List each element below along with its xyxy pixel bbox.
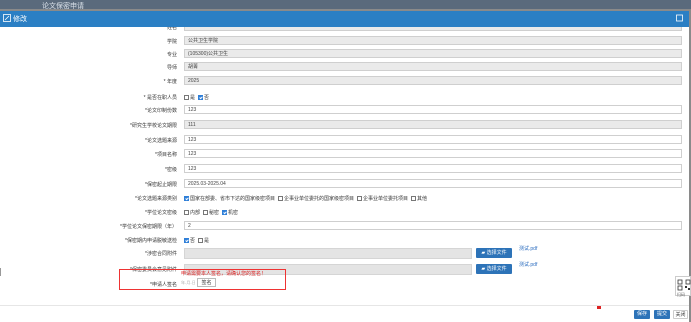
form-row-advisor: 导师 胡菁 [0,61,689,73]
form-row-topic-source: *论文选题来源 123 [0,134,689,146]
submit-button[interactable]: 提交 [654,310,670,319]
school-secret-options: 内部 秘密 机密 [184,209,241,216]
modal-header: 修改 [0,11,689,27]
school-secret-option-label: 内部 [190,210,201,216]
form-row-onjob: * 是否在职人员是否 [0,91,689,103]
modal-footer: 保存 提交 关闭 [0,305,689,322]
field-label: *密级 [165,167,177,173]
form-row-college: 学院 公共卫生学院 [0,35,689,47]
window-title: 论文保密申请 [42,3,84,10]
field-label: 学院 [166,39,177,45]
onjob-option-label: 是 [190,95,196,101]
choose-file-button[interactable]: ▰ 选择文件 [476,264,512,274]
file-path-field[interactable] [184,248,472,259]
onjob-options: 是否 [184,94,212,101]
topic-category-checkbox[interactable] [411,196,417,201]
print-count-input[interactable]: 123 [184,105,682,114]
form-body: 姓名学院 公共卫生学院专业 (105300)公共卫生导师 胡菁 * 年度 2025 * 是否… [0,27,689,305]
apply-extension-option-label: 否 [190,238,196,244]
form-row-secret-level: *密级 123 [0,163,689,175]
school-secret-checkbox[interactable] [222,210,228,215]
onjob-option-label: 否 [204,95,210,101]
form-row-secret-period: *保密起止期限 2025.03-2025.04 [0,178,689,190]
topic-category-option-label: 企事业单位委托项目 [363,196,409,202]
topic-category-option-label: 其他 [417,196,428,202]
apply-extension-checkbox[interactable] [198,238,204,243]
topic-category-checkbox[interactable] [357,196,363,201]
advisor-input: 胡菁 [184,62,682,71]
edit-icon [3,14,11,22]
form-row-print-count: *论文印制份数 123 [0,104,689,116]
year-input: 2025 [184,76,682,85]
qr-label: 扫码 [677,292,685,297]
field-label: *项目名称 [155,152,177,158]
topic-category-options: 国家在部委、省市下达的国家级密项目 企事业单位委托的国家级密项目 企事业单位委托项目… [184,195,430,202]
grad-period-input: 111 [184,120,682,129]
edit-modal: 修改 姓名 学院 公共卫生学院 专业 (105300)公共卫生 导师 胡菁 * 年度 2025 *… [0,11,691,322]
status-indicator [597,306,601,309]
field-label: *论文印制份数 [145,108,177,114]
form-row-secret-years: *学位论文保密期限（年） 2 [0,220,689,232]
major-input: (105300)公共卫生 [184,49,682,58]
secret-years-input[interactable]: 2 [184,221,682,230]
attachment-link[interactable]: 测试.pdf [519,245,537,252]
field-label: *论文选题来源类别 [135,196,177,202]
save-button[interactable]: 保存 [634,310,650,319]
field-label: *论文选题来源 [145,138,177,144]
school-secret-option-label: 秘密 [209,210,220,216]
school-secret-checkbox[interactable] [203,210,209,215]
secret-period-input[interactable]: 2025.03-2025.04 [184,179,682,188]
form-row-school-secret: *学位论文密级 内部 秘密 机密 [0,206,689,218]
close-button[interactable]: 关闭 [673,310,688,319]
form-row-apply-extension: *保密期内申请脱敏送检否是 [0,234,689,246]
form-row-student-name: 姓名 [0,27,689,33]
choose-file-label: 选择文件 [486,266,507,272]
field-label: * 是否在职人员 [143,95,177,101]
signature-date: 年-月-日 [181,280,196,285]
field-label: *研究生学校论文期限 [130,123,177,129]
form-row-topic-category: *论文选题来源类别 国家在部委、省市下达的国家级密项目 企事业单位委托的国家级密项目… [0,192,689,204]
apply-extension-option-label: 是 [204,238,210,244]
topic-category-option-label: 企事业单位委托的国家级密项目 [284,196,355,202]
apply-extension-checkbox[interactable] [184,238,189,243]
form-row-file-1: *保密委员会意见附件 ▰ 选择文件 测试.pdf [0,261,689,275]
apply-extension-options: 否是 [184,237,212,244]
field-label: 专业 [166,52,177,58]
student-name-input [184,27,682,31]
attachment-link[interactable]: 测试.pdf [519,261,537,268]
form-row-file-0: *涉密合同附件 ▰ 选择文件 测试.pdf [0,245,689,259]
college-input: 公共卫生学院 [184,36,682,45]
field-label: *学位论文保密期限（年） [120,224,177,230]
choose-file-label: 选择文件 [486,250,507,256]
topic-category-checkbox[interactable] [278,196,284,201]
field-label: *涉密合同附件 [145,251,177,257]
topic-category-checkbox[interactable] [184,196,189,201]
form-row-year: * 年度 2025 [0,75,689,87]
form-row-grad-period: *研究生学校论文期限 111 [0,119,689,131]
modal-title: 修改 [13,16,27,23]
field-label: * 年度 [163,79,177,85]
school-secret-checkbox[interactable] [184,210,189,215]
form-row-project-name: *项目名称 123 [0,148,689,160]
project-name-input[interactable]: 123 [184,149,682,158]
onjob-checkbox[interactable] [184,95,189,100]
form-row-major: 专业 (105300)公共卫生 [0,48,689,60]
signature-label: *申请人签名 [150,282,177,288]
field-label: 姓名 [166,27,177,31]
school-secret-option-label: 机密 [228,210,239,216]
topic-source-input[interactable]: 123 [184,135,682,144]
choose-file-button[interactable]: ▰ 选择文件 [476,248,512,258]
topic-category-option-label: 国家在部委、省市下达的国家级密项目 [190,196,276,202]
signature-hint: 申请需要本人签名，请确认您的签名！ [181,271,267,277]
maximize-icon[interactable] [676,14,683,22]
window-title-bar: 论文保密申请 [0,0,691,10]
field-label: *学位论文密级 [145,210,177,216]
secret-level-input[interactable]: 123 [184,164,682,173]
field-label: 导师 [166,65,177,71]
onjob-checkbox[interactable] [198,95,204,100]
left-edge-handle [0,268,4,276]
sign-button[interactable]: 签名 [197,278,216,287]
field-label: *保密期内申请脱敏送检 [125,238,177,244]
field-label: *保密起止期限 [145,182,177,188]
